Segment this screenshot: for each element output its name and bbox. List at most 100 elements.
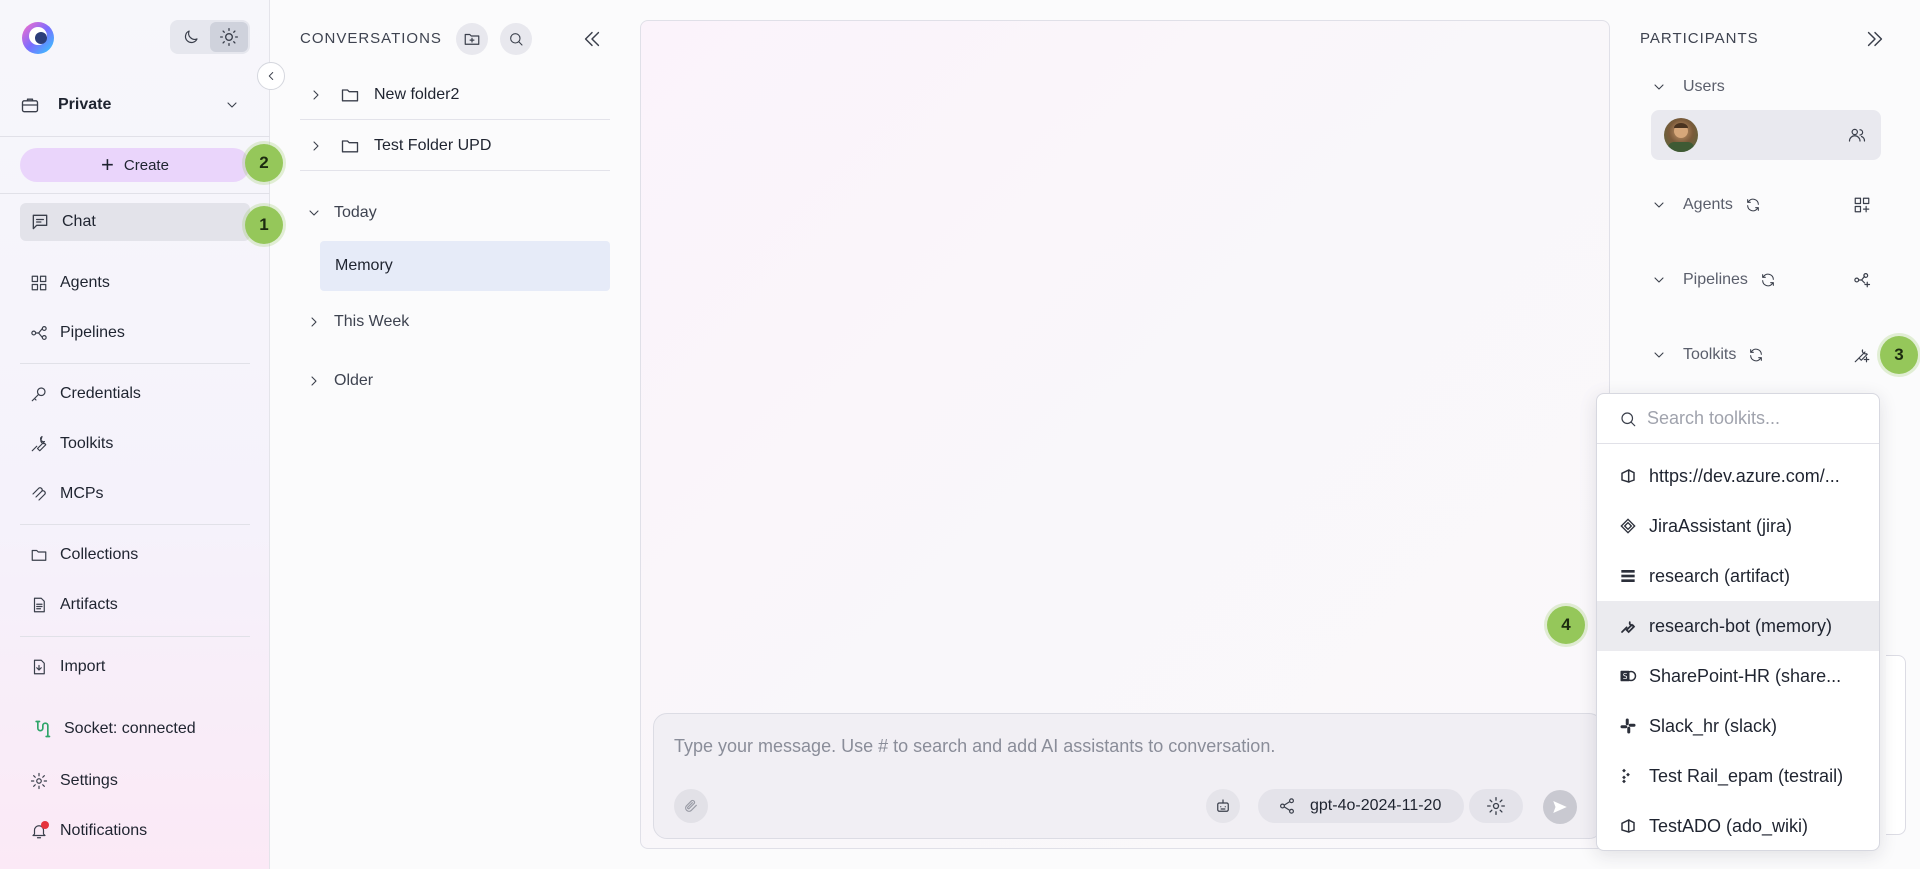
attach-button[interactable] (674, 789, 708, 823)
refresh-icon[interactable] (1760, 272, 1776, 288)
group-this-week[interactable]: This Week (306, 313, 409, 331)
folder-row[interactable]: New folder2 (300, 70, 610, 120)
theme-toggle[interactable] (170, 20, 250, 54)
collapse-conversations-button[interactable] (581, 28, 603, 50)
nav-agents[interactable]: Agents (20, 264, 250, 302)
group-older[interactable]: Older (306, 372, 373, 390)
step-badge-4: 4 (1547, 606, 1585, 644)
toolkit-option[interactable]: S SharePoint-HR (share... (1597, 651, 1879, 701)
toolkit-option[interactable]: research (artifact) (1597, 551, 1879, 601)
toolkit-option-highlighted[interactable]: research-bot (memory) (1597, 601, 1879, 651)
nav-credentials[interactable]: Credentials (20, 375, 250, 413)
add-pipeline-icon (1854, 273, 1871, 288)
chevron-right-icon (311, 376, 317, 386)
chevron-down-icon (309, 210, 319, 216)
conversation-item[interactable]: Memory (320, 241, 610, 291)
dark-mode-button[interactable] (172, 22, 210, 52)
group-today[interactable]: Today (306, 204, 377, 222)
collapse-participants-button[interactable] (1864, 28, 1886, 50)
toolkit-search-input[interactable] (1647, 408, 1857, 429)
refresh-icon[interactable] (1745, 197, 1761, 213)
toolkit-option-label: research-bot (memory) (1649, 615, 1833, 636)
toolkit-option[interactable]: Slack_hr (slack) (1597, 701, 1879, 751)
assistant-button[interactable] (1206, 789, 1240, 823)
send-button[interactable] (1543, 790, 1577, 824)
nav-mcps[interactable]: MCPs (20, 475, 250, 513)
message-composer[interactable]: Type your message. Use # to search and a… (653, 713, 1603, 839)
conversation-title: Memory (335, 257, 393, 274)
divider (20, 524, 250, 525)
divider (20, 636, 250, 637)
project-name: Private (58, 96, 112, 113)
message-input[interactable]: Type your message. Use # to search and a… (674, 736, 1275, 757)
toolkit-option-label: TestADO (ado_wiki) (1649, 815, 1809, 836)
chevron-right-icon (311, 317, 317, 327)
section-users[interactable]: Users (1651, 78, 1725, 96)
group-label: Today (334, 204, 377, 221)
section-label: Users (1683, 78, 1725, 95)
nav-collections[interactable]: Collections (20, 536, 250, 574)
section-agents[interactable]: Agents (1651, 196, 1761, 214)
send-icon (1553, 801, 1567, 813)
divider (20, 363, 250, 364)
search-conversations-button[interactable] (500, 23, 532, 55)
light-mode-button[interactable] (210, 22, 248, 52)
toolkit-option[interactable]: JiraAssistant (jira) (1597, 501, 1879, 551)
nav-chat[interactable]: Chat (20, 203, 250, 241)
conversations-title: CONVERSATIONS (300, 30, 442, 47)
section-pipelines[interactable]: Pipelines (1651, 271, 1776, 289)
moon-icon (184, 30, 198, 44)
wrench-icon (31, 435, 47, 452)
nav-toolkits[interactable]: Toolkits (20, 425, 250, 463)
add-toolkit-button[interactable] (1853, 346, 1871, 364)
create-button[interactable]: + Create (20, 148, 250, 182)
folder-plus-icon (464, 33, 480, 45)
refresh-icon[interactable] (1748, 347, 1764, 363)
section-label: Agents (1683, 196, 1733, 213)
nav-artifacts[interactable]: Artifacts (20, 586, 250, 624)
nav-label: Toolkits (60, 435, 114, 452)
toolkit-dropdown: https://dev.azure.com/... JiraAssistant … (1596, 393, 1880, 851)
nav-notifications[interactable]: Notifications (20, 812, 250, 850)
toolkit-option[interactable]: TestADO (ado_wiki) (1597, 801, 1879, 850)
wrench-icon (1619, 617, 1637, 635)
divider (0, 193, 270, 194)
add-agent-button[interactable] (1853, 196, 1871, 214)
toolkit-option[interactable]: Test Rail_epam (testrail) (1597, 751, 1879, 801)
app-logo[interactable] (20, 20, 56, 56)
chevron-left-icon (268, 72, 274, 80)
toolkit-option-label: https://dev.azure.com/... (1649, 465, 1840, 486)
nav-label: Pipelines (60, 324, 125, 341)
add-wrench-icon (1854, 349, 1870, 363)
model-selector[interactable]: gpt-4o-2024-11-20 (1258, 789, 1464, 823)
svg-text:S: S (1623, 672, 1628, 681)
add-grid-icon (1854, 197, 1870, 213)
user-card[interactable] (1651, 110, 1881, 160)
artifact-stack-icon (1619, 567, 1637, 585)
group-label: Older (334, 372, 374, 389)
chevron-down-icon (1654, 202, 1664, 208)
folder-icon (341, 88, 359, 101)
bell-wrapper (30, 821, 49, 840)
toolkit-option-label: JiraAssistant (jira) (1649, 515, 1793, 536)
new-folder-button[interactable] (456, 23, 488, 55)
section-toolkits[interactable]: Toolkits (1651, 346, 1764, 364)
mcp-icon (32, 487, 46, 501)
toolkit-list: https://dev.azure.com/... JiraAssistant … (1597, 451, 1879, 850)
chevron-right-icon (313, 140, 319, 151)
model-name: gpt-4o-2024-11-20 (1310, 797, 1442, 814)
nav-pipelines[interactable]: Pipelines (20, 314, 250, 352)
nav-import[interactable]: Import (20, 648, 250, 686)
folder-icon (31, 549, 47, 561)
toolkit-option[interactable]: https://dev.azure.com/... (1597, 451, 1879, 501)
collapse-sidebar-button[interactable] (257, 62, 285, 90)
nav-settings[interactable]: Settings (20, 762, 250, 800)
add-pipeline-button[interactable] (1853, 271, 1871, 289)
share-nodes-icon (1280, 798, 1294, 814)
project-selector[interactable]: Private (20, 88, 240, 122)
chevron-down-icon (1654, 352, 1664, 358)
participants-title: PARTICIPANTS (1640, 30, 1759, 47)
model-settings-button[interactable] (1469, 789, 1523, 823)
folder-row[interactable]: Test Folder UPD (300, 121, 610, 171)
nav-label: Collections (60, 546, 139, 563)
